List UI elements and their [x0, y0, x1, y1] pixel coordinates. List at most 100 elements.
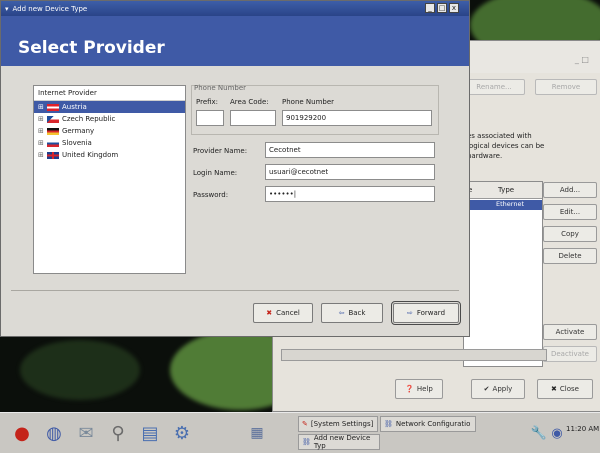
help-label: Help	[416, 385, 433, 393]
network-status-icon[interactable]: 🔧	[530, 423, 548, 443]
horizontal-scrollbar[interactable]	[281, 349, 547, 361]
forward-label: Forward	[416, 309, 446, 317]
info-line: hardware.	[467, 152, 503, 160]
forward-arrow-icon: ⇨	[406, 309, 413, 317]
expander-icon[interactable]: ⊞	[38, 127, 44, 135]
expander-icon[interactable]: ⊞	[38, 103, 44, 111]
mail-icon[interactable]: ✉	[72, 416, 100, 450]
rename-button[interactable]: Rename...	[463, 79, 525, 95]
password-label: Password:	[193, 191, 229, 199]
login-name-label: Login Name:	[193, 169, 238, 177]
list-item[interactable]: Ethernet	[464, 200, 542, 210]
edit-button[interactable]: Edit...	[543, 204, 597, 220]
settings-task-icon: ✎	[302, 420, 308, 428]
expander-icon[interactable]: ⊞	[38, 139, 44, 147]
area-code-field[interactable]	[230, 110, 276, 126]
close-label: Close	[559, 385, 579, 393]
tree-header: Internet Provider	[34, 86, 185, 101]
task-network-configuration[interactable]: ⛓ Network Configuratio	[380, 416, 476, 432]
background-leaf	[20, 340, 140, 400]
task-add-new-device-type[interactable]: ⛓ Add new Device Typ	[298, 434, 380, 450]
close-window-icon[interactable]: x	[449, 3, 459, 13]
tree-item-label: United Kingdom	[62, 151, 119, 159]
task-label: Network Configuratio	[395, 420, 471, 428]
expander-icon[interactable]: ⊞	[38, 151, 44, 159]
provider-name-label: Provider Name:	[193, 147, 248, 155]
info-line: es associated with	[467, 132, 532, 140]
office-icon[interactable]: ▤	[136, 416, 164, 450]
tree-item-united-kingdom[interactable]: ⊞ United Kingdom	[34, 149, 185, 161]
flag-uk-icon	[47, 151, 59, 159]
back-button[interactable]: ⇦ Back	[321, 303, 383, 323]
add-device-dialog: ▾ Add new Device Type _ □ x Select Provi…	[0, 0, 470, 337]
prefix-field[interactable]	[196, 110, 224, 126]
tree-item-label: Germany	[62, 127, 95, 135]
flag-czech-icon	[47, 115, 59, 123]
settings-icon[interactable]: ⚙	[168, 416, 196, 450]
clock[interactable]: 11:20 AM	[566, 425, 599, 433]
workspace-switcher-icon[interactable]: ▦	[246, 416, 268, 450]
apply-label: Apply	[492, 385, 513, 393]
back-label: Back	[348, 309, 366, 317]
tree-item-label: Slovenia	[62, 139, 92, 147]
phone-group-label: Phone Number	[194, 84, 247, 92]
divider	[11, 290, 459, 291]
phone-number-group: Phone Number Prefix: Area Code: Phone Nu…	[191, 84, 439, 135]
tree-item-germany[interactable]: ⊞ Germany	[34, 125, 185, 137]
delete-button[interactable]: Delete	[543, 248, 597, 264]
taskbar: ● ◍ ✉ ⚲ ▤ ⚙ ▦ ✎ [System Settings] ⛓ Netw…	[0, 412, 600, 453]
tree-item-czech-republic[interactable]: ⊞ Czech Republic	[34, 113, 185, 125]
flag-slovenia-icon	[47, 139, 59, 147]
tree-item-label: Czech Republic	[62, 115, 116, 123]
network-task-icon: ⛓	[384, 420, 393, 428]
menu-icon[interactable]: ▾	[5, 5, 9, 13]
maximize-icon[interactable]: □	[437, 3, 447, 13]
back-arrow-icon: ⇦	[338, 309, 345, 317]
tree-item-slovenia[interactable]: ⊞ Slovenia	[34, 137, 185, 149]
forward-button[interactable]: ⇨ Forward	[391, 301, 461, 325]
list-column-type[interactable]: Type	[494, 182, 542, 199]
deactivate-button[interactable]: Deactivate	[543, 346, 597, 362]
remove-button[interactable]: Remove	[535, 79, 597, 95]
phone-number-label: Phone Number	[282, 98, 335, 106]
info-line: logical devices can be	[467, 142, 545, 150]
cancel-button[interactable]: ✖ Cancel	[253, 303, 313, 323]
task-system-settings[interactable]: ✎ [System Settings]	[298, 416, 378, 432]
dialog-header: Select Provider	[1, 16, 469, 66]
area-code-label: Area Code:	[230, 98, 269, 106]
provider-name-field[interactable]: Cecotnet	[265, 142, 435, 158]
provider-form: Phone Number Prefix: Area Code: Phone Nu…	[191, 84, 439, 215]
tree-item-label: Austria	[62, 103, 87, 111]
minimize-icon[interactable]: _	[425, 3, 435, 13]
redhat-menu-icon[interactable]: ●	[8, 416, 36, 450]
flag-germany-icon	[47, 127, 59, 135]
dialog-titlebar: ▾ Add new Device Type _ □ x	[1, 1, 469, 16]
help-icon: ❓	[405, 385, 414, 393]
device-task-icon: ⛓	[302, 438, 311, 446]
activate-button[interactable]: Activate	[543, 324, 597, 340]
password-field[interactable]: ••••••|	[265, 186, 435, 202]
phone-number-field[interactable]: 901929200	[282, 110, 432, 126]
device-list[interactable]: e Type Ethernet	[463, 181, 543, 367]
check-icon: ✔	[483, 385, 490, 393]
task-label: [System Settings]	[310, 420, 374, 428]
help-button[interactable]: ❓ Help	[395, 379, 443, 399]
desktop: _ □ Rename... Remove es associated with …	[0, 0, 600, 453]
expander-icon[interactable]: ⊞	[38, 115, 44, 123]
close-button[interactable]: ✖ Close	[537, 379, 593, 399]
web-browser-icon[interactable]: ◍	[40, 416, 68, 450]
device-info-text: es associated with logical devices can b…	[467, 131, 600, 161]
provider-tree[interactable]: Internet Provider ⊞ Austria ⊞ Czech Repu…	[33, 85, 186, 274]
list-item-type: Ethernet	[496, 200, 524, 208]
prefix-label: Prefix:	[196, 98, 219, 106]
apply-button[interactable]: ✔ Apply	[471, 379, 525, 399]
cancel-icon: ✖	[266, 309, 273, 317]
update-status-icon[interactable]: ◉	[548, 423, 566, 443]
close-icon: ✖	[551, 385, 557, 393]
window-controls-icon: _ □	[574, 55, 589, 64]
add-button[interactable]: Add...	[543, 182, 597, 198]
login-name-field[interactable]: usuari@cecotnet	[265, 164, 435, 180]
tree-item-austria[interactable]: ⊞ Austria	[34, 101, 185, 113]
search-icon[interactable]: ⚲	[104, 416, 132, 450]
copy-button[interactable]: Copy	[543, 226, 597, 242]
